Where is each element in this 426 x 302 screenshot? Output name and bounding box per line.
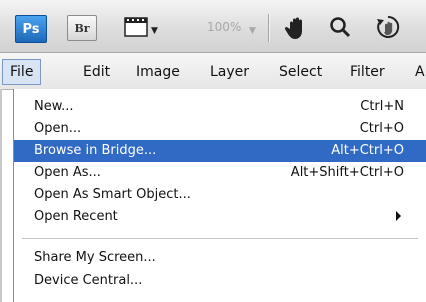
menu-item-label: Open Recent	[34, 209, 118, 224]
menu-layer[interactable]: Layer	[203, 59, 256, 85]
menu-item-open-as-smart-object[interactable]: Open As Smart Object...	[14, 184, 426, 206]
menu-item-browse-in-bridge[interactable]: Browse in Bridge... Alt+Ctrl+O	[14, 140, 426, 162]
menu-item-label: Share My Screen...	[34, 250, 156, 265]
menu-item-new[interactable]: New... Ctrl+N	[14, 96, 426, 118]
zoom-tool-icon[interactable]	[329, 16, 351, 38]
launch-bridge-button[interactable]: Br	[67, 15, 97, 41]
menu-item-shortcut: Ctrl+N	[360, 99, 404, 114]
menu-image[interactable]: Image	[129, 59, 187, 85]
menu-item-label: Open As...	[34, 165, 101, 180]
hand-tool-icon[interactable]	[285, 16, 307, 40]
file-menu-dropdown: New... Ctrl+N Open... Ctrl+O Browse in B…	[13, 89, 426, 302]
toolbar-separator	[268, 14, 270, 42]
menu-item-shortcut: Ctrl+O	[359, 121, 404, 136]
menu-filter[interactable]: Filter	[343, 59, 392, 85]
menu-item-open-as[interactable]: Open As... Alt+Shift+Ctrl+O	[14, 162, 426, 184]
menu-item-open-recent[interactable]: Open Recent	[14, 206, 426, 228]
menu-item-device-central[interactable]: Device Central...	[14, 270, 426, 292]
menu-item-label: Browse in Bridge...	[34, 143, 157, 158]
submenu-arrow-icon	[396, 211, 401, 221]
zoom-level-field[interactable]: 100%	[207, 20, 241, 34]
menu-item-label: Open...	[34, 121, 82, 136]
screen-mode-dropdown-arrow-icon[interactable]: ▼	[151, 26, 158, 36]
panel-edge	[0, 89, 2, 302]
menu-item-share-my-screen[interactable]: Share My Screen...	[14, 247, 426, 269]
application-bar: Ps Br ▼ 100% ▼	[0, 0, 426, 53]
menu-item-shortcut: Alt+Shift+Ctrl+O	[290, 165, 404, 180]
menu-analysis[interactable]: A	[408, 59, 426, 85]
menu-item-open[interactable]: Open... Ctrl+O	[14, 118, 426, 140]
menu-edit[interactable]: Edit	[76, 59, 117, 85]
menu-separator	[22, 238, 418, 239]
photoshop-logo-icon[interactable]: Ps	[15, 15, 47, 43]
rotate-view-icon[interactable]	[375, 14, 401, 40]
screen-mode-icon[interactable]	[124, 16, 148, 38]
menu-item-label: New...	[34, 99, 74, 114]
menu-item-shortcut: Alt+Ctrl+O	[331, 143, 404, 158]
menu-item-label: Open As Smart Object...	[34, 187, 191, 202]
menu-bar: File Edit Image Layer Select Filter A	[0, 53, 426, 90]
menu-file[interactable]: File	[2, 59, 42, 85]
zoom-dropdown-arrow-icon[interactable]: ▼	[249, 26, 256, 36]
menu-select[interactable]: Select	[272, 59, 329, 85]
menu-item-label: Device Central...	[34, 273, 143, 288]
